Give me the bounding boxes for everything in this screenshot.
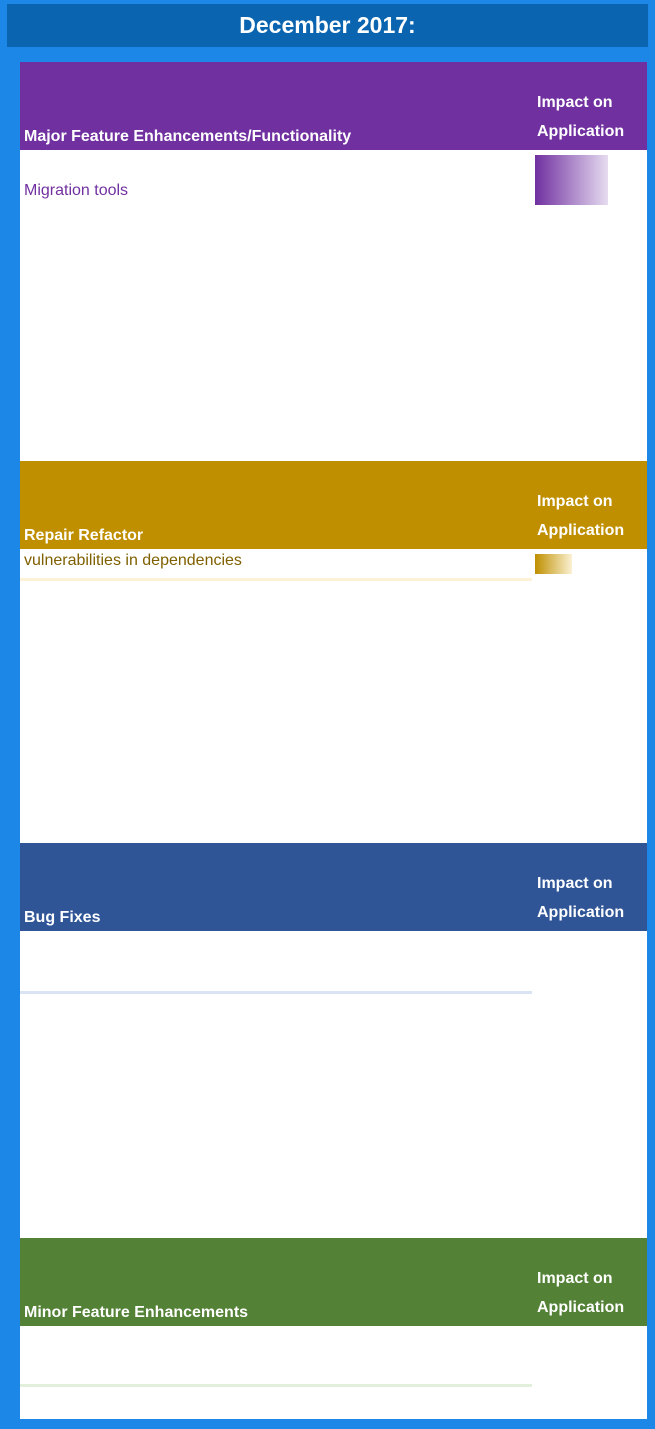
section-header: Minor Feature Enhancements Impact on App… [20,1238,647,1326]
section-major-features: Major Feature Enhancements/Functionality… [20,62,647,462]
impact-column-header: Impact on Application [537,493,625,539]
item-text: vulnerabilities in dependencies [24,552,242,569]
page-title: December 2017: [7,4,648,47]
row-divider [20,1384,532,1387]
section-title: Repair Refactor [24,527,144,544]
report-body: Major Feature Enhancements/Functionality… [20,62,647,1419]
impact-bar [535,155,608,205]
section-header: Bug Fixes Impact on Application [20,843,647,931]
item-text: Migration tools [24,182,129,199]
impact-column-header: Impact on Application [537,1270,625,1316]
section-header: Repair Refactor Impact on Application [20,461,647,549]
section-title: Bug Fixes [24,909,101,926]
impact-bar [535,554,572,574]
impact-column-header: Impact on Application [537,875,625,921]
row-divider [20,991,532,994]
row-divider [20,578,532,581]
section-header: Major Feature Enhancements/Functionality… [20,62,647,150]
section-title: Major Feature Enhancements/Functionality [24,128,352,145]
impact-column-header: Impact on Application [537,94,625,140]
page-frame: December 2017: Major Feature Enhancement… [0,0,655,1429]
section-minor-features: Minor Feature Enhancements Impact on App… [20,1238,647,1418]
section-title: Minor Feature Enhancements [24,1304,249,1321]
section-bug-fixes: Bug Fixes Impact on Application [20,843,647,1237]
section-repair-refactor: Repair Refactor Impact on Application vu… [20,461,647,843]
